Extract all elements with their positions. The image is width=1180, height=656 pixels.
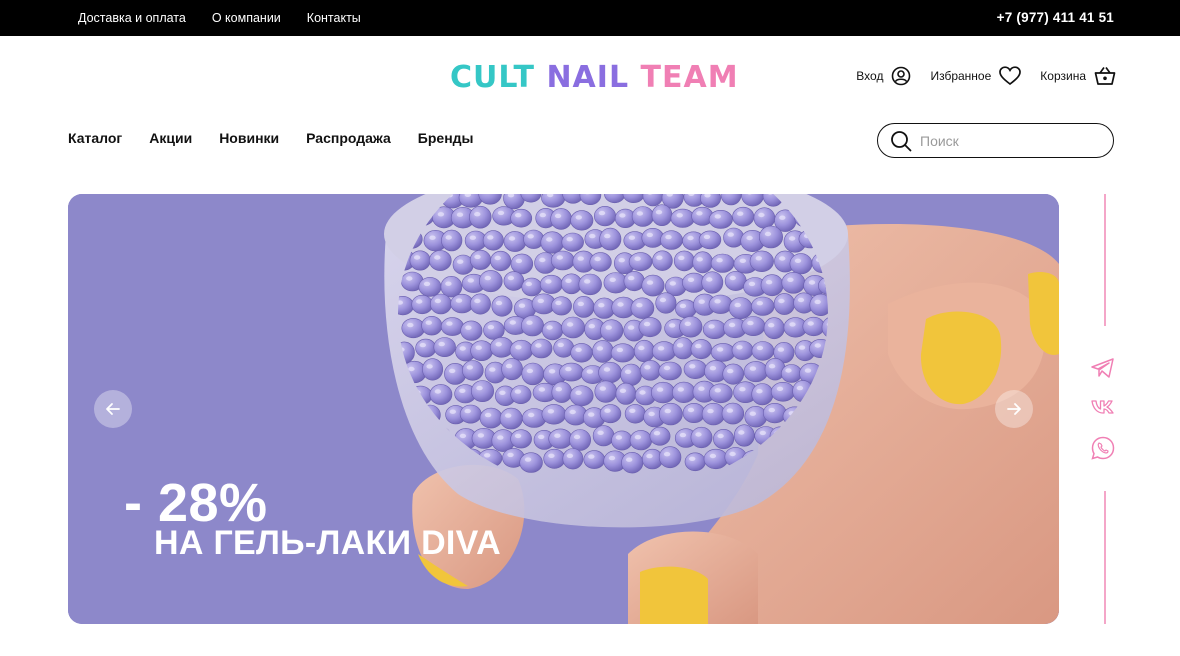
promo-subtitle: НА ГЕЛЬ-ЛАКИ DIVA (154, 524, 501, 562)
nav-item-catalog[interactable]: Каталог (68, 130, 122, 146)
arrow-left-icon (106, 403, 120, 415)
telegram-icon[interactable] (1090, 355, 1116, 381)
social-rail (1088, 194, 1118, 624)
search-box[interactable] (877, 123, 1114, 158)
link-about[interactable]: О компании (212, 11, 281, 25)
banner-prev-button[interactable] (94, 390, 132, 428)
banner-next-button[interactable] (995, 390, 1033, 428)
nav-item-promotions[interactable]: Акции (149, 130, 192, 146)
logo-word-cult: CULT (450, 60, 535, 95)
favorites-button[interactable]: Избранное (930, 66, 1022, 86)
rail-divider-bottom (1104, 491, 1106, 624)
user-actions: Вход Избранное Корзина (837, 62, 1116, 90)
login-label: Вход (856, 69, 884, 83)
rail-divider-top (1104, 194, 1106, 326)
user-icon (892, 66, 911, 86)
phone-number[interactable]: +7 (977) 411 41 51 (997, 0, 1114, 36)
favorites-label: Избранное (930, 69, 992, 83)
site-logo[interactable]: CULT NAIL TEAM (450, 60, 739, 95)
top-bar: Доставка и оплата О компании Контакты +7… (0, 0, 1180, 36)
link-delivery[interactable]: Доставка и оплата (78, 11, 186, 25)
link-contacts[interactable]: Контакты (307, 11, 361, 25)
logo-word-nail: NAIL (546, 60, 630, 95)
nav-item-sale[interactable]: Распродажа (306, 130, 391, 146)
heart-icon (999, 66, 1022, 86)
logo-word-team: TEAM (640, 60, 739, 95)
top-links: Доставка и оплата О компании Контакты (78, 0, 387, 36)
whatsapp-icon[interactable] (1090, 435, 1116, 461)
search-input[interactable] (920, 132, 1100, 149)
basket-icon (1094, 67, 1116, 85)
nav-item-new[interactable]: Новинки (219, 130, 279, 146)
search-icon[interactable] (890, 130, 912, 152)
hero-banner[interactable]: - 28% НА ГЕЛЬ-ЛАКИ DIVA (68, 194, 1059, 624)
nav-item-brands[interactable]: Бренды (418, 130, 474, 146)
login-button[interactable]: Вход (856, 66, 911, 86)
vk-icon[interactable] (1090, 394, 1116, 420)
cart-button[interactable]: Корзина (1040, 66, 1116, 86)
cart-label: Корзина (1040, 69, 1086, 83)
arrow-right-icon (1007, 403, 1021, 415)
main-nav: Каталог Акции Новинки Распродажа Бренды (68, 130, 501, 146)
